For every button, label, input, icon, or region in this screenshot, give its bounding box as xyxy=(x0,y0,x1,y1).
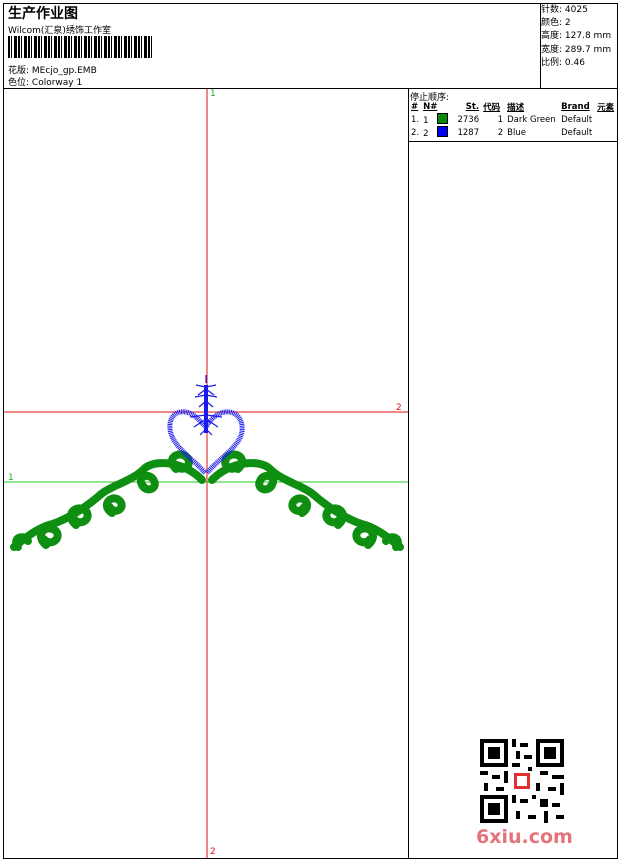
scale-value: 0.46 xyxy=(564,57,585,68)
table-header-row: # N# St. 代码 描述 Brand 元素 xyxy=(409,101,616,113)
barcode xyxy=(8,36,152,58)
needle-number: 1 xyxy=(423,116,429,126)
watermark: 6xiu.com xyxy=(476,826,573,848)
row-number: 2. xyxy=(411,127,420,138)
col-element: 元素 xyxy=(597,103,615,113)
stitches-row: 针数: 4025 xyxy=(541,4,611,17)
color-swatch xyxy=(436,126,448,137)
col-n: N# xyxy=(423,102,438,112)
row-brand: Default xyxy=(561,127,593,138)
row-description: Dark Green xyxy=(507,114,556,125)
guide-label-red-right: 2 xyxy=(396,403,402,413)
stitches-value: 4025 xyxy=(564,5,588,15)
guide-label-green-left: 1 xyxy=(8,473,14,483)
color-swatch xyxy=(436,113,448,124)
design-stats: 针数: 4025 颜色: 2 高度: 127.8 mm 宽度: 289.7 mm… xyxy=(541,4,611,70)
table-row: 1. 1 2736 1 Dark Green Default xyxy=(409,113,616,126)
width-label: 宽度: xyxy=(541,44,563,55)
colorway-value: Colorway 1 xyxy=(31,78,83,88)
row-element xyxy=(595,113,616,126)
row-brand: Default xyxy=(561,114,593,125)
col-desc: 描述 xyxy=(507,103,525,113)
row-code: 1 xyxy=(497,114,504,125)
col-code: 代码 xyxy=(483,103,501,113)
qr-code xyxy=(480,739,564,823)
colors-row: 颜色: 2 xyxy=(541,17,611,30)
row-stitches: 1287 xyxy=(457,127,480,138)
colors-label: 颜色: xyxy=(541,18,563,29)
row-code: 2 xyxy=(497,127,504,138)
page-title: 生产作业图 xyxy=(8,6,78,22)
scale-row: 比例: 0.46 xyxy=(541,57,611,70)
table-row: 2. 2 1287 2 Blue Default xyxy=(409,126,616,139)
height-label: 高度: xyxy=(541,31,563,42)
col-num: # xyxy=(411,102,419,112)
width-row: 宽度: 289.7 mm xyxy=(541,44,611,57)
guide-label-top: 1 xyxy=(210,89,216,99)
row-needle: 1 xyxy=(421,113,455,126)
row-number: 1. xyxy=(411,114,420,125)
row-stitches: 2736 xyxy=(457,114,480,125)
height-value: 127.8 mm xyxy=(564,31,612,42)
col-st: St. xyxy=(465,102,480,112)
colors-value: 2 xyxy=(564,18,571,29)
embroidery-canvas xyxy=(4,89,408,858)
scale-label: 比例: xyxy=(541,57,563,68)
row-needle: 2 xyxy=(421,126,455,139)
row-element xyxy=(595,126,616,139)
company-name: Wilcom(汇泉)绣饰工作室 xyxy=(8,26,111,36)
height-row: 高度: 127.8 mm xyxy=(541,30,611,43)
colorway-row: 色位: Colorway 1 xyxy=(8,75,82,88)
width-value: 289.7 mm xyxy=(564,44,612,55)
colorway-label: 色位: xyxy=(8,78,30,88)
needle-number: 2 xyxy=(423,129,429,139)
row-description: Blue xyxy=(507,127,526,138)
col-brand: Brand xyxy=(561,102,590,112)
stop-sequence-table: # N# St. 代码 描述 Brand 元素 1. 1 2736 1 Dark Gre… xyxy=(409,101,616,139)
guide-label-bottom: 2 xyxy=(210,847,216,857)
stitches-label: 针数: xyxy=(541,5,563,15)
